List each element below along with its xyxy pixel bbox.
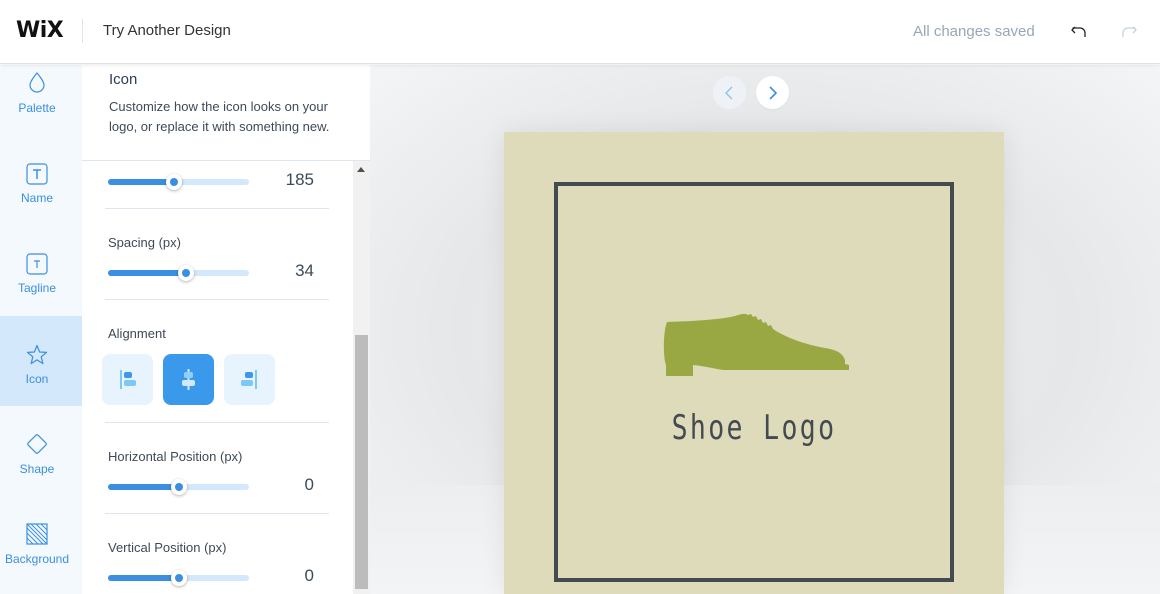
align-center-button[interactable] — [163, 354, 214, 405]
divider — [105, 208, 329, 209]
rail-item-palette[interactable]: Palette — [0, 65, 82, 155]
panel-header: Icon Customize how the icon looks on you… — [82, 65, 370, 161]
spacing-slider[interactable] — [108, 265, 249, 281]
panel-description: Customize how the icon looks on your log… — [109, 99, 330, 134]
shoe-shape — [663, 313, 849, 376]
horizontal-position-label: Horizontal Position (px) — [108, 449, 243, 464]
panel-title: Icon — [109, 71, 138, 88]
droplet-icon — [29, 72, 45, 93]
rail-label: Background — [4, 552, 70, 566]
align-center-icon — [182, 369, 195, 390]
top-bar: WiX Try Another Design All changes saved — [0, 0, 1160, 64]
wix-logo[interactable]: WiX — [16, 18, 64, 43]
slider-fill — [108, 270, 186, 276]
hatched-square-icon — [26, 523, 48, 545]
rail-label: Tagline — [17, 281, 57, 295]
previous-design-button[interactable] — [713, 76, 746, 109]
next-design-button[interactable] — [756, 76, 789, 109]
save-status: All changes saved — [913, 23, 1035, 40]
horizontal-position-value[interactable]: 0 — [272, 475, 314, 495]
diamond-icon — [27, 434, 47, 454]
scrollbar-thumb[interactable] — [355, 335, 368, 589]
chevron-right-icon — [769, 86, 778, 100]
align-right-button[interactable] — [224, 354, 275, 405]
slider-fill — [108, 179, 175, 185]
undo-icon — [1071, 26, 1086, 37]
spacing-value[interactable]: 34 — [272, 261, 314, 281]
try-another-design-link[interactable]: Try Another Design — [103, 22, 231, 39]
scroll-up-arrow-icon[interactable] — [357, 167, 365, 172]
rail-item-name[interactable]: Name — [0, 155, 82, 245]
spacing-label: Spacing (px) — [108, 235, 181, 250]
vertical-position-label: Vertical Position (px) — [108, 540, 227, 555]
panel-scrollbar[interactable] — [353, 161, 370, 594]
header-divider — [82, 19, 83, 43]
rail-label: Name — [20, 191, 53, 205]
redo-button[interactable] — [1116, 20, 1140, 44]
rail-label: Shape — [19, 462, 55, 476]
redo-icon — [1122, 26, 1137, 37]
panel-scroll-area: 185 Spacing (px) 34 Alignment Horizontal… — [82, 162, 370, 594]
slider-thumb[interactable] — [170, 570, 187, 586]
left-rail: Palette Name Tagline Icon Shape Backgrou… — [0, 65, 82, 594]
logo-text: Shoe Logo — [671, 408, 837, 448]
size-value[interactable]: 185 — [272, 170, 314, 190]
chevron-left-icon — [725, 86, 733, 100]
slider-fill — [108, 575, 179, 581]
undo-button[interactable] — [1068, 20, 1092, 44]
size-slider[interactable] — [108, 174, 249, 190]
text-t-icon — [26, 163, 48, 185]
align-left-icon — [120, 370, 136, 389]
align-left-button[interactable] — [102, 354, 153, 405]
slider-fill — [108, 484, 179, 490]
slider-thumb[interactable] — [166, 174, 183, 190]
rail-item-shape[interactable]: Shape — [0, 406, 82, 496]
rail-label: Palette — [18, 101, 56, 115]
star-icon — [26, 344, 48, 365]
rail-label: Icon — [25, 372, 49, 386]
slider-thumb[interactable] — [170, 479, 187, 495]
logo-frame: Shoe Logo — [554, 182, 954, 582]
text-t-small-icon — [26, 253, 48, 275]
divider — [105, 513, 329, 514]
align-right-icon — [241, 370, 257, 389]
shoe-icon — [663, 313, 849, 376]
alignment-label: Alignment — [108, 326, 166, 341]
rail-item-icon[interactable]: Icon — [0, 316, 82, 406]
logo-preview-canvas: Shoe Logo — [370, 65, 1160, 594]
logo-card[interactable]: Shoe Logo — [504, 132, 1004, 594]
divider — [105, 422, 329, 423]
vertical-position-slider[interactable] — [108, 570, 249, 586]
divider — [105, 299, 329, 300]
vertical-position-value[interactable]: 0 — [272, 566, 314, 586]
slider-thumb[interactable] — [177, 265, 194, 281]
horizontal-position-slider[interactable] — [108, 479, 249, 495]
rail-item-background[interactable]: Background — [0, 496, 82, 586]
icon-settings-panel: Icon Customize how the icon looks on you… — [82, 65, 370, 594]
